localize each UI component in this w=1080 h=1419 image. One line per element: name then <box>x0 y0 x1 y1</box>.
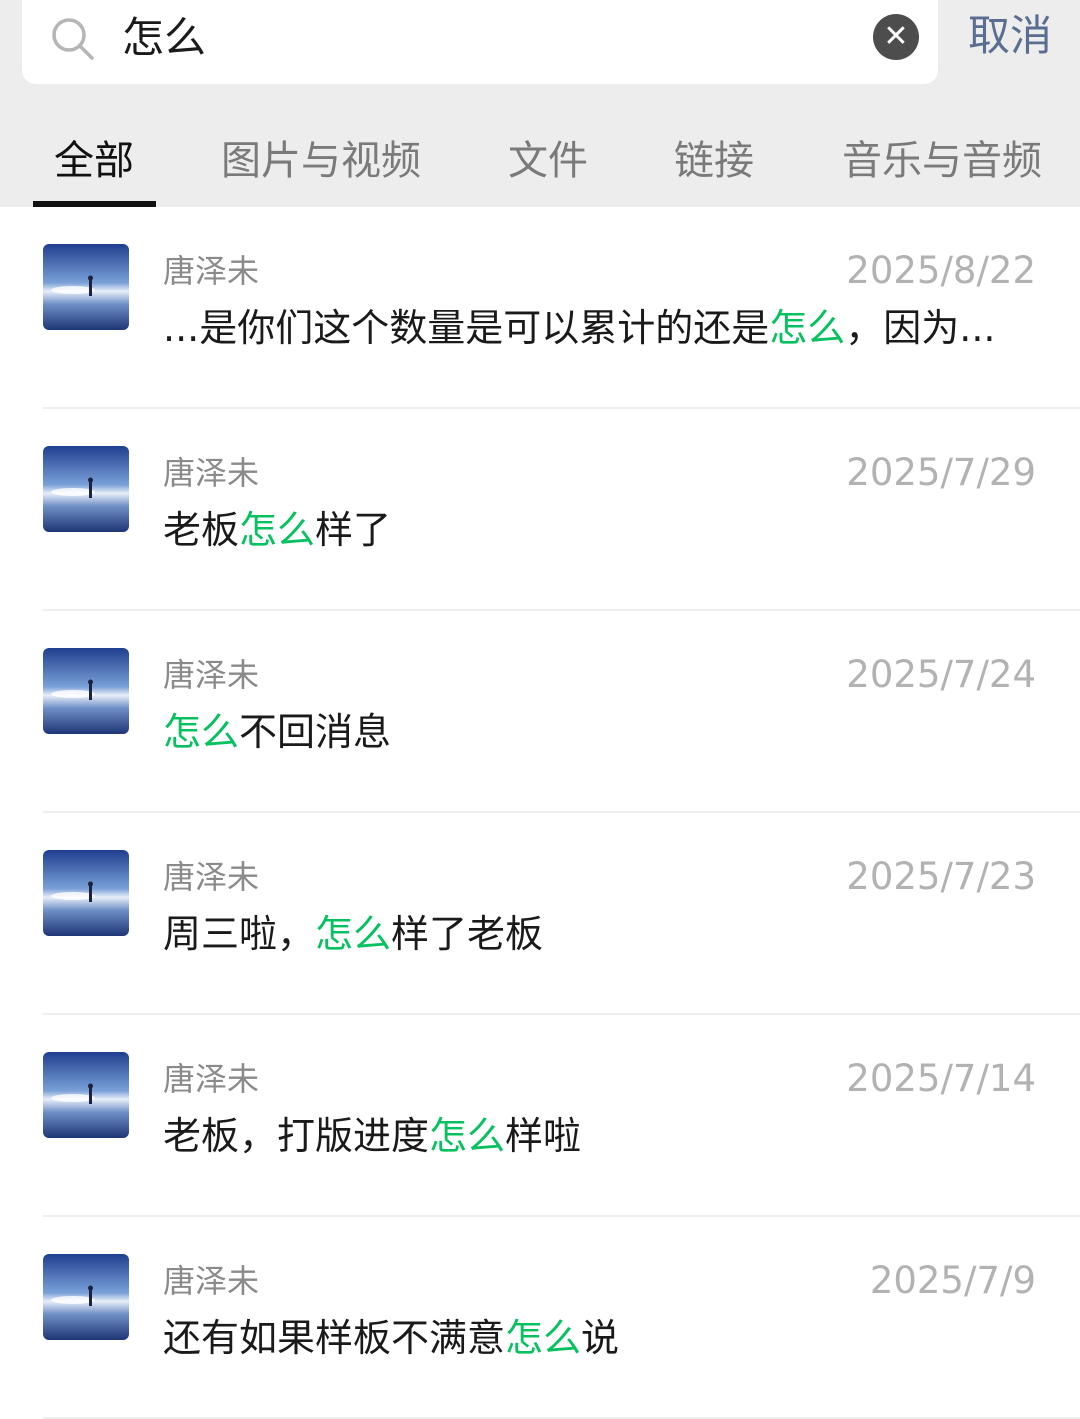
search-header: 怎么 ✕ 取消 全部 图片与视频 文件 链接 音乐与音频 <box>0 0 1080 207</box>
avatar <box>43 648 129 734</box>
avatar <box>43 446 129 532</box>
message-text: 样啦 <box>505 1114 582 1158</box>
keyword-highlight: 怎么 <box>505 1316 582 1360</box>
result-item[interactable]: 唐泽未 2025/8/22 ...是你们这个数量是可以累计的还是怎么，因为... <box>0 207 1080 409</box>
message-text: 老板 <box>163 508 240 552</box>
message-date: 2025/7/14 <box>846 1057 1036 1100</box>
message-date: 2025/7/23 <box>846 855 1036 898</box>
message-snippet: 还有如果样板不满意怎么说 <box>163 1313 1038 1363</box>
tab-all[interactable]: 全部 <box>54 134 134 188</box>
tab-files[interactable]: 文件 <box>508 134 588 188</box>
sender-name: 唐泽未 <box>163 454 260 492</box>
message-text: 周三啦， <box>163 912 316 956</box>
message-date: 2025/7/24 <box>846 653 1036 696</box>
keyword-highlight: 怎么 <box>239 508 316 552</box>
message-text: ...是你们这个数量是可以累计的还是 <box>163 306 770 350</box>
search-icon <box>50 16 94 60</box>
message-snippet: 周三啦，怎么样了老板 <box>163 909 1038 959</box>
message-snippet: ...是你们这个数量是可以累计的还是怎么，因为... <box>163 303 1038 353</box>
message-text: 说 <box>581 1316 620 1360</box>
result-item[interactable]: 唐泽未 2025/7/14 老板，打版进度怎么样啦 <box>0 1015 1080 1217</box>
sender-name: 唐泽未 <box>163 1060 260 1098</box>
search-input[interactable]: 怎么 <box>122 10 206 66</box>
tab-links[interactable]: 链接 <box>674 134 754 188</box>
message-snippet: 老板，打版进度怎么样啦 <box>163 1111 1038 1161</box>
message-date: 2025/7/9 <box>869 1259 1036 1302</box>
message-text: 老板，打版进度 <box>163 1114 430 1158</box>
keyword-highlight: 怎么 <box>163 710 240 754</box>
message-text: ，因为... <box>845 306 996 350</box>
avatar <box>43 850 129 936</box>
message-text: 不回消息 <box>239 710 392 754</box>
message-snippet: 怎么不回消息 <box>163 707 1038 757</box>
tab-music-audio[interactable]: 音乐与音频 <box>842 134 1042 188</box>
sender-name: 唐泽未 <box>163 252 260 290</box>
result-item[interactable]: 唐泽未 2025/7/24 怎么不回消息 <box>0 611 1080 813</box>
sender-name: 唐泽未 <box>163 656 260 694</box>
keyword-highlight: 怎么 <box>315 912 392 956</box>
result-item[interactable]: 唐泽未 2025/7/9 还有如果样板不满意怎么说 <box>0 1217 1080 1419</box>
clear-icon[interactable]: ✕ <box>873 14 919 60</box>
avatar <box>43 1254 129 1340</box>
message-date: 2025/8/22 <box>846 249 1036 292</box>
tab-photos-videos[interactable]: 图片与视频 <box>221 134 421 188</box>
message-text: 样了 <box>315 508 392 552</box>
message-text: 还有如果样板不满意 <box>163 1316 506 1360</box>
keyword-highlight: 怎么 <box>429 1114 506 1158</box>
avatar <box>43 1052 129 1138</box>
sender-name: 唐泽未 <box>163 1262 260 1300</box>
avatar <box>43 244 129 330</box>
cancel-button[interactable]: 取消 <box>968 8 1052 64</box>
sender-name: 唐泽未 <box>163 858 260 896</box>
message-snippet: 老板怎么样了 <box>163 505 1038 555</box>
message-date: 2025/7/29 <box>846 451 1036 494</box>
result-item[interactable]: 唐泽未 2025/7/29 老板怎么样了 <box>0 409 1080 611</box>
message-text: 样了老板 <box>391 912 544 956</box>
result-item[interactable]: 唐泽未 2025/7/23 周三啦，怎么样了老板 <box>0 813 1080 1015</box>
search-box[interactable]: 怎么 <box>22 0 938 84</box>
keyword-highlight: 怎么 <box>769 306 846 350</box>
